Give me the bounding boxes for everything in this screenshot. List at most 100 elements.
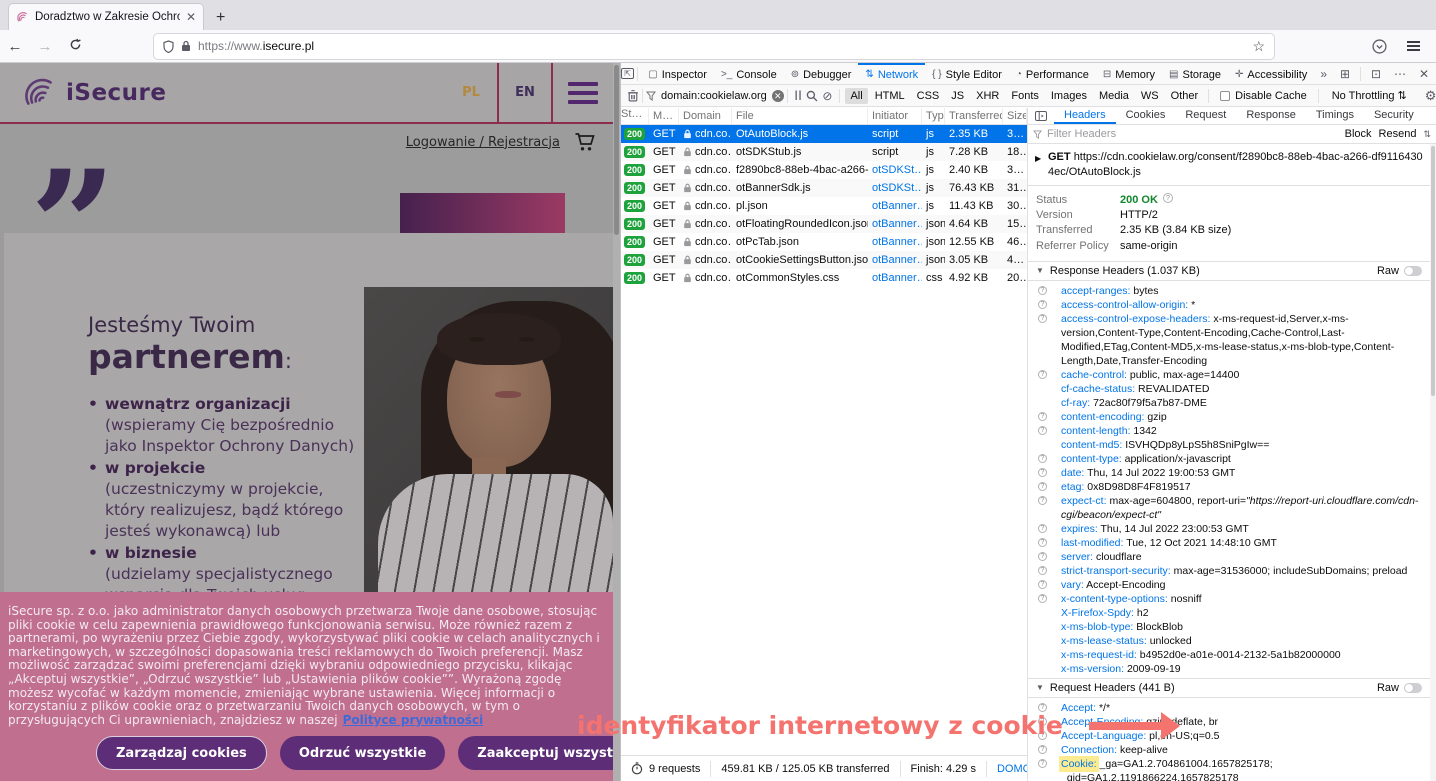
resend-button[interactable]: Resend xyxy=(1379,128,1417,140)
column-header[interactable]: Initiator xyxy=(868,108,922,124)
column-header[interactable]: File xyxy=(732,108,868,124)
request-url-line[interactable]: ▶ GET https://cdn.cookielaw.org/consent/… xyxy=(1028,144,1430,186)
disable-cache-control[interactable]: Disable Cache xyxy=(1212,90,1315,102)
filter-pill-js[interactable]: JS xyxy=(946,88,969,104)
detail-tab-security[interactable]: Security xyxy=(1364,108,1424,124)
network-request-row[interactable]: 200GETcdn.co…otCommonStyles.cssotBanner…… xyxy=(621,269,1027,287)
help-icon[interactable]: ? xyxy=(1038,370,1047,379)
network-request-row[interactable]: 200GETcdn.co…otPcTab.jsonotBanner…json12… xyxy=(621,233,1027,251)
column-header[interactable]: M… xyxy=(649,108,679,124)
url-filter-input[interactable]: domain:cookielaw.org ✕ xyxy=(646,90,784,102)
responsive-design-icon[interactable]: ⊞ xyxy=(1333,67,1357,81)
back-button[interactable]: ← xyxy=(0,38,30,55)
response-header-row[interactable]: x-ms-request-id: b4952d0e-a01e-0014-2132… xyxy=(1028,648,1430,662)
url-text[interactable]: https://www.isecure.pl xyxy=(198,39,1245,53)
raw-toggle[interactable] xyxy=(1404,266,1422,276)
devtools-tab-memory[interactable]: ⊟Memory xyxy=(1096,63,1162,84)
help-icon[interactable]: ? xyxy=(1038,412,1047,421)
help-icon[interactable]: ? xyxy=(1038,717,1047,726)
devtools-tab-network[interactable]: ⇅Network xyxy=(858,63,925,84)
block-button[interactable]: Block xyxy=(1345,128,1372,140)
filter-pill-all[interactable]: All xyxy=(845,88,867,104)
pocket-icon[interactable] xyxy=(1372,39,1387,54)
response-header-row[interactable]: ?strict-transport-security: max-age=3153… xyxy=(1028,564,1430,578)
collapse-panel-icon[interactable] xyxy=(1028,111,1054,121)
detail-tab-request[interactable]: Request xyxy=(1175,108,1236,124)
response-header-row[interactable]: ?access-control-expose-headers: x-ms-req… xyxy=(1028,312,1430,368)
block-request-icon[interactable]: ⊘ xyxy=(818,89,836,103)
trash-icon[interactable] xyxy=(627,89,639,102)
request-header-row[interactable]: ?Accept: */* xyxy=(1028,701,1430,715)
request-initiator[interactable]: otBanner… xyxy=(868,218,922,230)
response-header-row[interactable]: X-Firefox-Spdy: h2 xyxy=(1028,606,1430,620)
gear-icon[interactable]: ⚙ xyxy=(1417,88,1436,104)
response-header-row[interactable]: cf-ray: 72ac80f79f5a7b87-DME xyxy=(1028,396,1430,410)
request-initiator[interactable]: otBanner… xyxy=(868,200,922,212)
devtools-tab-storage[interactable]: ▤Storage xyxy=(1162,63,1228,84)
separate-window-icon[interactable]: ⊡ xyxy=(1364,67,1388,81)
forward-button[interactable]: → xyxy=(30,38,60,55)
network-request-row[interactable]: 200GETcdn.co…pl.jsonotBanner…js11.43 KB3… xyxy=(621,197,1027,215)
devtools-tab-accessibility[interactable]: ✛Accessibility xyxy=(1228,63,1314,84)
cookie-reject-button[interactable]: Odrzuć wszystkie xyxy=(280,736,445,770)
detail-tab-response[interactable]: Response xyxy=(1236,108,1306,124)
response-header-row[interactable]: x-ms-lease-status: unlocked xyxy=(1028,634,1430,648)
filter-pill-media[interactable]: Media xyxy=(1094,88,1134,104)
raw-toggle[interactable] xyxy=(1404,683,1422,693)
help-icon[interactable]: ? xyxy=(1038,286,1047,295)
help-icon[interactable]: ? xyxy=(1038,552,1047,561)
request-initiator[interactable]: otBanner… xyxy=(868,236,922,248)
help-icon[interactable]: ? xyxy=(1038,300,1047,309)
help-icon[interactable]: ? xyxy=(1038,524,1047,533)
network-request-row[interactable]: 200GETcdn.co…f2890bc8-88eb-4bac-a266-df9… xyxy=(621,161,1027,179)
lang-en-button[interactable]: EN xyxy=(499,63,551,122)
response-header-row[interactable]: ?content-type: application/x-javascript xyxy=(1028,452,1430,466)
filter-pill-images[interactable]: Images xyxy=(1046,88,1092,104)
column-header[interactable]: Size xyxy=(1003,108,1027,124)
details-scrollbar[interactable] xyxy=(1430,144,1436,781)
close-tab-icon[interactable]: ✕ xyxy=(186,10,196,24)
browser-tab[interactable]: Doradztwo w Zakresie Ochrony Dany ✕ xyxy=(8,3,204,30)
help-icon[interactable]: ? xyxy=(1038,580,1047,589)
site-menu-icon[interactable] xyxy=(553,63,613,122)
devtools-tab-inspector[interactable]: ▢Inspector xyxy=(641,63,714,84)
request-initiator[interactable]: otSDKSt… xyxy=(868,164,922,176)
response-header-row[interactable]: ?content-encoding: gzip xyxy=(1028,410,1430,424)
response-header-row[interactable]: ?server: cloudflare xyxy=(1028,550,1430,564)
response-header-row[interactable]: ?cache-control: public, max-age=14400 xyxy=(1028,368,1430,382)
help-icon[interactable]: ? xyxy=(1038,426,1047,435)
devtools-tab-performance[interactable]: ◔Performance xyxy=(1009,63,1096,84)
request-headers-section[interactable]: ▼ Request Headers (441 B) Raw xyxy=(1028,678,1430,698)
request-header-row[interactable]: ?Cookie: _ga=GA1.2.704861004.1657825178;… xyxy=(1028,757,1430,781)
new-tab-button[interactable]: + xyxy=(216,9,225,27)
close-devtools-icon[interactable]: ✕ xyxy=(1412,67,1436,81)
request-initiator[interactable]: otBanner… xyxy=(868,272,922,284)
pick-element-button[interactable]: ⇱ xyxy=(621,68,634,79)
help-icon[interactable]: ? xyxy=(1038,759,1047,768)
help-icon[interactable]: ? xyxy=(1038,538,1047,547)
response-header-row[interactable]: ?expect-ct: max-age=604800, report-uri="… xyxy=(1028,494,1430,522)
filter-pill-other[interactable]: Other xyxy=(1166,88,1204,104)
detail-tab-cookies[interactable]: Cookies xyxy=(1116,108,1176,124)
help-icon[interactable]: ? xyxy=(1038,703,1047,712)
filter-headers-input[interactable]: Filter Headers xyxy=(1047,128,1116,140)
shield-icon[interactable] xyxy=(163,40,174,53)
filter-pill-fonts[interactable]: Fonts xyxy=(1006,88,1044,104)
column-header[interactable]: Domain xyxy=(679,108,732,124)
help-icon[interactable]: ? xyxy=(1038,496,1047,505)
lang-pl-button[interactable]: PL xyxy=(445,63,497,122)
detail-tab-headers[interactable]: Headers xyxy=(1054,108,1116,124)
cart-icon[interactable] xyxy=(574,132,597,152)
response-header-row[interactable]: ?expires: Thu, 14 Jul 2022 23:00:53 GMT xyxy=(1028,522,1430,536)
response-header-row[interactable]: ?vary: Accept-Encoding xyxy=(1028,578,1430,592)
help-icon[interactable]: ? xyxy=(1038,314,1047,323)
lock-icon[interactable] xyxy=(181,40,191,52)
column-header[interactable]: Type xyxy=(922,108,945,124)
response-header-row[interactable]: x-ms-blob-type: BlockBlob xyxy=(1028,620,1430,634)
privacy-policy-link[interactable]: Polityce prywatności xyxy=(343,713,484,727)
devtools-tab-console[interactable]: >_Console xyxy=(714,63,784,84)
meatball-menu-icon[interactable]: ⋯ xyxy=(1388,67,1412,81)
response-header-row[interactable]: ?content-length: 1342 xyxy=(1028,424,1430,438)
resend-dropdown-icon[interactable]: ⇅ xyxy=(1423,129,1431,140)
filter-pill-css[interactable]: CSS xyxy=(912,88,945,104)
